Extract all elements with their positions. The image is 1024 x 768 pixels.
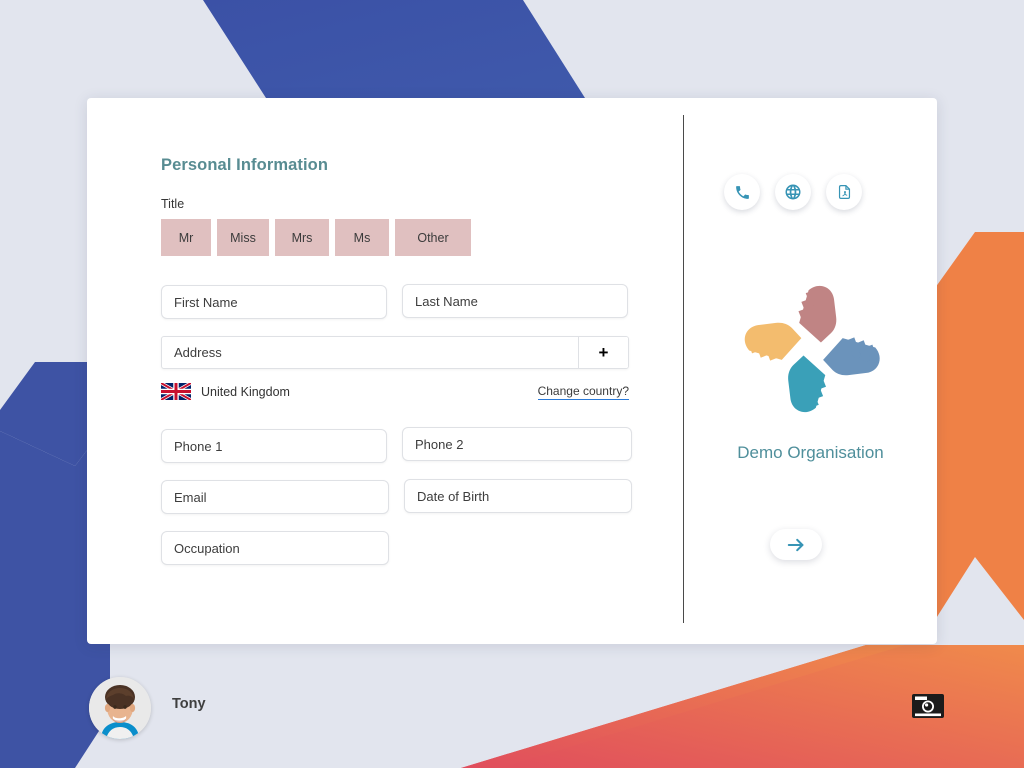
- camera-button[interactable]: [911, 692, 945, 720]
- country-name: United Kingdom: [201, 384, 290, 399]
- occupation-input[interactable]: [161, 531, 389, 565]
- pdf-file-icon: [838, 185, 850, 199]
- phone-action-button[interactable]: [724, 174, 760, 210]
- organisation-name: Demo Organisation: [737, 443, 884, 462]
- title-option-miss[interactable]: Miss: [217, 219, 269, 256]
- four-hands-logo: [744, 285, 880, 413]
- quick-actions: [724, 174, 862, 210]
- date-of-birth-input[interactable]: [404, 479, 632, 513]
- app-root: Personal Information Title Mr Miss Mrs M…: [0, 0, 1024, 768]
- user-name: Tony: [172, 696, 206, 712]
- globe-icon: [785, 184, 801, 200]
- add-address-button[interactable]: +: [578, 337, 628, 368]
- logo-hand-blue: [823, 337, 880, 376]
- address-row: +: [161, 336, 629, 369]
- user-avatar: [89, 677, 151, 739]
- organisation-pane: Demo Organisation: [684, 98, 937, 644]
- occupation-row: [161, 531, 651, 565]
- personal-information-card: Personal Information Title Mr Miss Mrs M…: [87, 98, 937, 644]
- page-title: Personal Information: [161, 156, 329, 174]
- name-row: [161, 284, 651, 319]
- title-option-other[interactable]: Other: [395, 219, 471, 256]
- pdf-action-button[interactable]: [826, 174, 862, 210]
- country-row: United Kingdom Change country?: [161, 383, 629, 400]
- arrow-right-icon: [787, 538, 804, 551]
- logo-hand-rose: [798, 285, 837, 343]
- address-input[interactable]: [162, 337, 578, 368]
- phone-row: [161, 427, 651, 463]
- phone-icon: [735, 185, 749, 199]
- row-gap: [387, 429, 402, 463]
- email-input[interactable]: [161, 480, 389, 514]
- next-button[interactable]: [770, 529, 822, 560]
- shape-right-orange: [935, 232, 1024, 620]
- title-field-label: Title: [161, 197, 185, 211]
- form-pane: Personal Information Title Mr Miss Mrs M…: [161, 156, 651, 582]
- email-dob-row: [161, 479, 651, 514]
- phone1-input[interactable]: [161, 429, 387, 463]
- camera-icon: [912, 694, 944, 718]
- website-action-button[interactable]: [775, 174, 811, 210]
- logo-hand-teal: [788, 355, 826, 413]
- avatar[interactable]: [89, 677, 151, 739]
- first-name-input[interactable]: [161, 285, 387, 319]
- title-option-mrs[interactable]: Mrs: [275, 219, 329, 256]
- row-gap: [387, 285, 402, 319]
- phone2-input[interactable]: [402, 427, 632, 461]
- logo-hand-orange: [744, 322, 802, 361]
- title-option-ms[interactable]: Ms: [335, 219, 389, 256]
- uk-flag-icon: [161, 383, 191, 400]
- title-option-mr[interactable]: Mr: [161, 219, 211, 256]
- shape-top-blue: [203, 0, 585, 98]
- row-gap: [389, 480, 404, 514]
- last-name-input[interactable]: [402, 284, 628, 318]
- title-option-group: Mr Miss Mrs Ms Other: [161, 219, 651, 256]
- change-country-link[interactable]: Change country?: [537, 384, 629, 400]
